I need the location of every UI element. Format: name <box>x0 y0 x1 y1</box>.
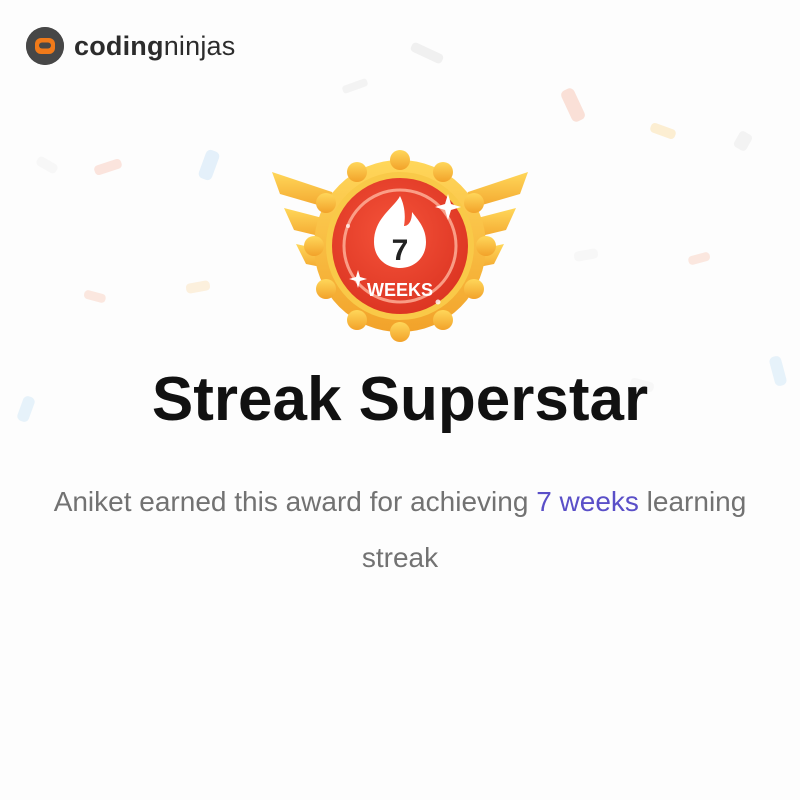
badge-number: 7 <box>392 234 409 267</box>
brand-name-light: ninjas <box>163 30 236 61</box>
award-message: Aniket earned this award for achieving 7… <box>40 474 760 586</box>
streak-badge: 7 WEEKS <box>270 150 530 350</box>
brand-name-bold: coding <box>74 30 164 61</box>
coding-ninjas-logo[interactable]: codingninjas <box>26 27 235 65</box>
streak-duration-highlight: 7 weeks <box>536 486 639 517</box>
award-message-text: Aniket earned this award for achieving <box>53 486 537 517</box>
ninja-logo-icon <box>26 27 64 65</box>
award-title: Streak Superstar <box>151 365 649 434</box>
brand-name: codingninjas <box>74 30 236 61</box>
badge-unit-label: WEEKS <box>367 280 433 300</box>
